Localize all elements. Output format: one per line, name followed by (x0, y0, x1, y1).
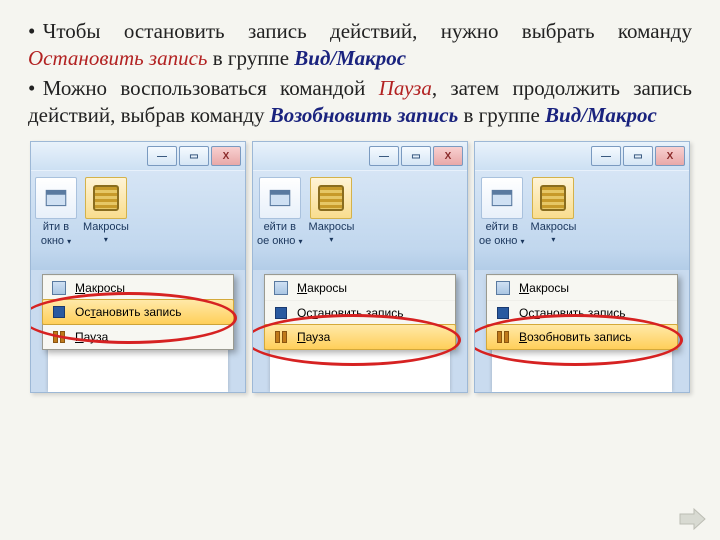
p2-cmd2: Возобновить запись (270, 103, 459, 127)
minimize-button[interactable]: — (591, 146, 621, 166)
p2-cmd1: Пауза (379, 76, 432, 100)
minimize-button[interactable]: — (147, 146, 177, 166)
ribbon-window-group[interactable]: ейти в ое окно ▾ (257, 177, 303, 247)
pause-icon (51, 329, 67, 345)
menu-item-stop-recording[interactable]: Остановить запись (42, 299, 234, 325)
minimize-button[interactable]: — (369, 146, 399, 166)
stop-icon (273, 305, 289, 321)
p1-t1: Чтобы остановить запись действий, нужно … (43, 19, 692, 43)
menu-item-stop-recording[interactable]: Остановить запись (487, 300, 677, 325)
ribbon-window-group[interactable]: йти в окно ▾ (35, 177, 77, 247)
macros-icon (532, 177, 574, 219)
menu-item-macros[interactable]: Макросы (43, 275, 233, 300)
close-button[interactable]: X (433, 146, 463, 166)
ribbon-window-group[interactable]: ейти в ое окно ▾ (479, 177, 525, 247)
menu-item-pause[interactable]: Пауза (264, 324, 456, 350)
p2-grp: Вид/Макрос (545, 103, 657, 127)
menu-item-resume-recording[interactable]: Возобновить запись (486, 324, 678, 350)
maximize-button[interactable]: ▭ (401, 146, 431, 166)
ribbon-macros-button[interactable]: Макросы ▾ (531, 177, 577, 244)
maximize-button[interactable]: ▭ (179, 146, 209, 166)
macros-icon (85, 177, 127, 219)
macros-icon (310, 177, 352, 219)
list-icon (51, 280, 67, 296)
window-icon (259, 177, 301, 219)
instruction-text: •Чтобы остановить запись действий, нужно… (28, 18, 692, 129)
close-button[interactable]: X (211, 146, 241, 166)
list-icon (495, 280, 511, 296)
p1-cmd: Остановить запись (28, 46, 207, 70)
p2-t3: в группе (458, 103, 545, 127)
screenshot-resume: — ▭ X ейти в ое окно ▾ Макросы ▾ Макросы (474, 141, 690, 393)
titlebar: — ▭ X (475, 142, 689, 170)
pause-icon (273, 329, 289, 345)
macros-menu: Макросы Остановить запись Пауза (42, 274, 234, 350)
p1-t2: в группе (207, 46, 294, 70)
macros-menu: Макросы Остановить запись Возобновить за… (486, 274, 678, 350)
ribbon-macros-button[interactable]: Макросы ▾ (83, 177, 129, 244)
menu-item-macros[interactable]: Макросы (487, 275, 677, 300)
stop-icon (51, 304, 67, 320)
window-icon (35, 177, 77, 219)
titlebar: — ▭ X (253, 142, 467, 170)
window-icon (481, 177, 523, 219)
ribbon: йти в окно ▾ Макросы ▾ (31, 170, 245, 284)
ribbon: ейти в ое окно ▾ Макросы ▾ (475, 170, 689, 284)
titlebar: — ▭ X (31, 142, 245, 170)
menu-item-stop-recording[interactable]: Остановить запись (265, 300, 455, 325)
list-icon (273, 280, 289, 296)
ribbon: ейти в ое окно ▾ Макросы ▾ (253, 170, 467, 284)
record-icon (495, 329, 511, 345)
maximize-button[interactable]: ▭ (623, 146, 653, 166)
p2-t1: Можно воспользоваться командой (43, 76, 379, 100)
screenshot-pause: — ▭ X ейти в ое окно ▾ Макросы ▾ Макросы (252, 141, 468, 393)
screenshot-stop: — ▭ X йти в окно ▾ Макросы ▾ Макросы (30, 141, 246, 393)
ribbon-macros-button[interactable]: Макросы ▾ (309, 177, 355, 244)
next-slide-button[interactable] (678, 508, 706, 530)
close-button[interactable]: X (655, 146, 685, 166)
p1-grp: Вид/Макрос (294, 46, 406, 70)
menu-item-macros[interactable]: Макросы (265, 275, 455, 300)
macros-menu: Макросы Остановить запись Пауза (264, 274, 456, 350)
screenshot-gallery: — ▭ X йти в окно ▾ Макросы ▾ Макросы (28, 141, 692, 393)
stop-icon (495, 305, 511, 321)
menu-item-pause[interactable]: Пауза (43, 324, 233, 349)
